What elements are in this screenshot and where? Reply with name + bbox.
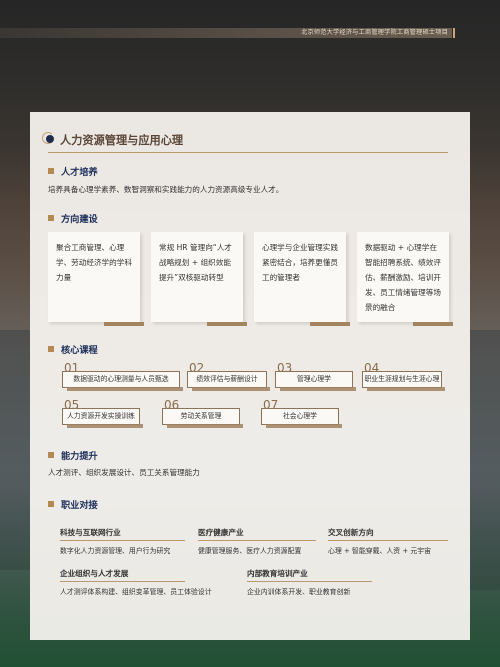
header-accent [453, 28, 455, 38]
square-bullet-icon [48, 168, 54, 174]
square-bullet-icon [48, 501, 54, 507]
career-desc: 心理 + 智能穿戴、人资 + 元宇宙 [328, 547, 431, 555]
career-divider [198, 540, 316, 541]
course-item: 05 人力资源开发实操训练 [62, 398, 143, 428]
course-item: 07 社会心理学 [261, 398, 342, 428]
section-heading-direction: 方向建设 [48, 211, 98, 225]
square-bullet-icon [48, 215, 54, 221]
square-bullet-icon [48, 452, 54, 458]
title-divider [48, 152, 448, 154]
square-bullet-icon [48, 346, 54, 352]
career-desc: 健康管理服务、医疗人力资源配置 [198, 547, 302, 555]
course-item: 02 绩效评估与薪酬设计 [187, 361, 270, 391]
section-heading-courses: 核心课程 [48, 342, 98, 356]
direction-box: 常规 HR 管理向“人才战略规划 + 组织效能提升”双核驱动转型 [151, 232, 247, 326]
course-item: 04 职业生涯规划与生涯心理 [362, 361, 445, 391]
title-dot-icon [46, 135, 54, 143]
page-title: 人力资源管理与应用心理 [60, 134, 184, 147]
career-divider [60, 581, 185, 582]
career-divider [328, 540, 448, 541]
course-item: 06 劳动关系管理 [162, 398, 243, 428]
section-heading-training: 人才培养 [48, 164, 98, 178]
career-title: 科技与互联网行业 [60, 528, 121, 537]
career-title: 交叉创新方向 [328, 528, 374, 537]
section-heading-career: 职业对接 [48, 497, 98, 511]
career-divider [247, 581, 372, 582]
section-heading-ability: 能力提升 [48, 448, 98, 462]
direction-box: 心理学与企业管理实践紧密结合，培养更懂员工的管理者 [254, 232, 350, 326]
content-card: 人力资源管理与应用心理 人才培养 培养具备心理学素养、数智洞察和实践能力的人力资… [30, 112, 470, 640]
career-desc: 企业内训体系开发、职业教育创新 [247, 588, 351, 596]
career-desc: 数字化人力资源管理、用户行为研究 [60, 547, 171, 555]
header-text: 北京师范大学经济与工商管理学院工商管理硕士项目 [301, 29, 448, 36]
career-title: 企业组织与人才发展 [60, 569, 129, 578]
header-bar: 北京师范大学经济与工商管理学院工商管理硕士项目 [0, 28, 455, 38]
course-item: 01 数据驱动的心理测量与人员甄选 [62, 361, 183, 391]
career-title: 医疗健康产业 [198, 528, 244, 537]
career-divider [60, 540, 185, 541]
career-desc: 人才测评体系构建、组织变革管理、员工体验设计 [60, 588, 212, 596]
direction-box: 聚合工商管理、心理学、劳动经济学的学科力量 [48, 232, 144, 326]
ability-text: 人才测评、组织发展设计、员工关系管理能力 [48, 468, 200, 477]
career-title: 内部教育培训产业 [247, 569, 308, 578]
course-item: 03 管理心理学 [275, 361, 356, 391]
training-text: 培养具备心理学素养、数智洞察和实践能力的人力资源高级专业人才。 [48, 185, 284, 194]
direction-box: 数据驱动 + 心理学在智能招聘系统、绩效评估、薪酬激励、培训开发、员工情绪管理等… [357, 232, 453, 326]
